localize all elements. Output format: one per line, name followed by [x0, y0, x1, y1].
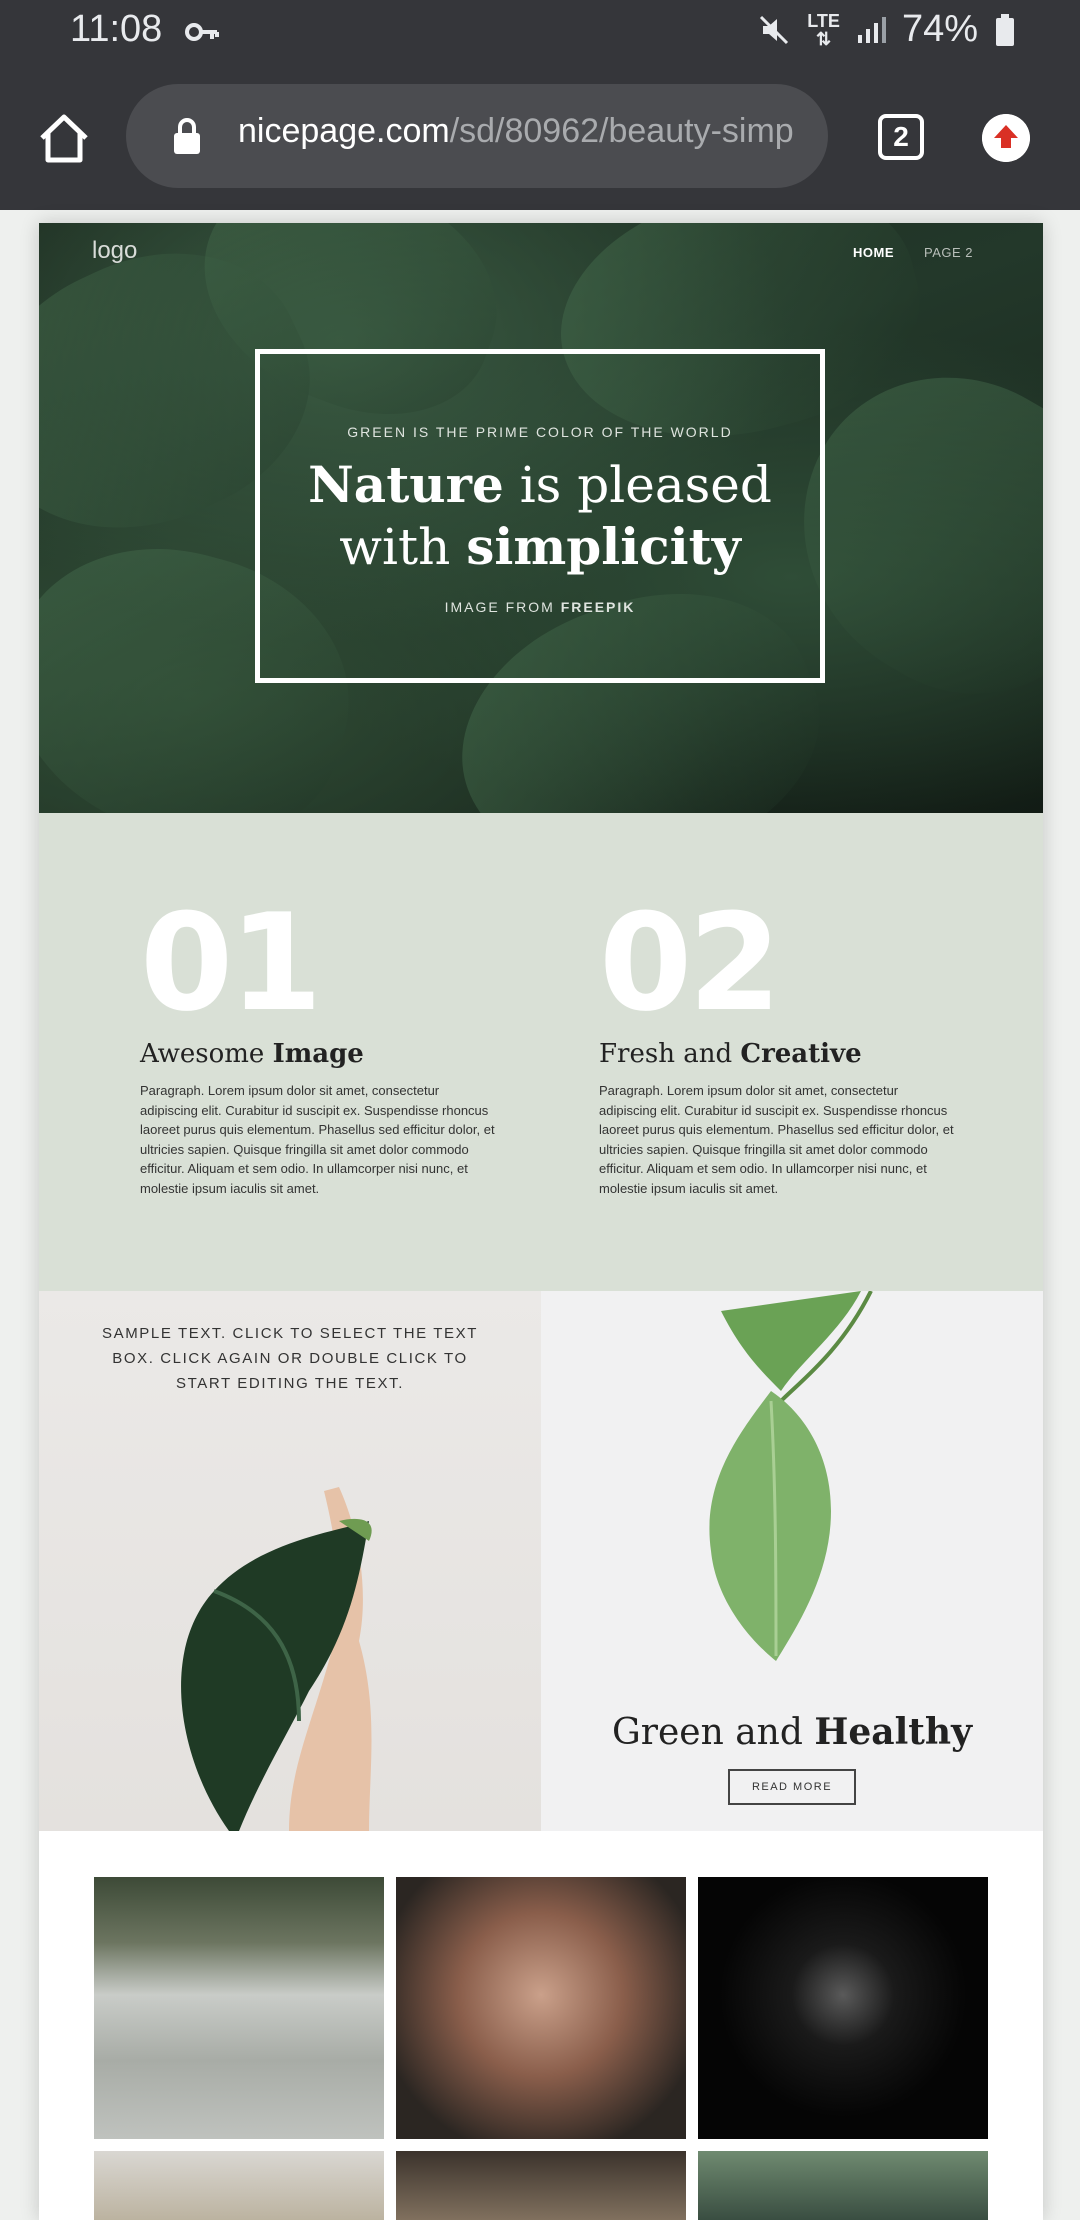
gallery-image-building[interactable]: [396, 2151, 686, 2220]
site-nav: HOME PAGE 2: [853, 245, 973, 260]
tab-switcher-button[interactable]: 2: [878, 114, 924, 160]
nav-home[interactable]: HOME: [853, 245, 894, 260]
feature-title: Fresh and Creative: [599, 1039, 862, 1069]
features-section: 01 Awesome Image Paragraph. Lorem ipsum …: [39, 813, 1043, 1291]
web-page: logo HOME PAGE 2 GREEN IS THE PRIME COLO…: [39, 223, 1043, 2220]
feature-body: Paragraph. Lorem ipsum dolor sit amet, c…: [599, 1083, 954, 1196]
home-icon[interactable]: [36, 110, 92, 166]
mute-icon: [760, 15, 789, 44]
battery-percent: 74%: [901, 8, 978, 50]
status-time: 11:08: [70, 8, 163, 50]
leaf-illustration: [709, 1291, 873, 1661]
feature-card: 01 Awesome Image Paragraph. Lorem ipsum …: [140, 885, 500, 1198]
hand-leaf-illustration: [181, 1487, 372, 1831]
hero-kicker: GREEN IS THE PRIME COLOR OF THE WORLD: [347, 424, 733, 440]
gallery-image-foliage-wall[interactable]: [94, 1877, 384, 2139]
key-icon: [185, 23, 219, 41]
status-indicators: LTE ⇅ 74%: [757, 8, 1016, 51]
feature-number: 02: [599, 885, 781, 1041]
read-more-button[interactable]: READ MORE: [728, 1769, 856, 1805]
gallery-image-field[interactable]: [94, 2151, 384, 2220]
hero-credit: IMAGE FROM FREEPIK: [444, 599, 636, 615]
url-text[interactable]: nicepage.com/sd/80962/beauty-simp: [238, 112, 794, 151]
hero-frame: GREEN IS THE PRIME COLOR OF THE WORLD Na…: [255, 349, 825, 683]
feature-body: Paragraph. Lorem ipsum dolor sit amet, c…: [140, 1083, 495, 1196]
green-healthy-title: Green and Healthy: [612, 1711, 972, 1753]
gallery-image-dark-arch[interactable]: [698, 1877, 988, 2139]
feature-card: 02 Fresh and Creative Paragraph. Lorem i…: [599, 885, 959, 1198]
lock-icon: [174, 118, 200, 154]
signal-icon: [857, 16, 886, 43]
split-section: SAMPLE TEXT. CLICK TO SELECT THE TEXT BO…: [39, 1291, 1043, 1831]
gallery-image-portrait[interactable]: [396, 1877, 686, 2139]
network-type: LTE ⇅: [807, 10, 840, 49]
browser-toolbar: nicepage.com/sd/80962/beauty-simp 2: [0, 62, 1080, 210]
hand-with-leaf-image: SAMPLE TEXT. CLICK TO SELECT THE TEXT BO…: [39, 1291, 541, 1831]
site-logo[interactable]: logo: [92, 237, 137, 265]
feature-number: 01: [140, 885, 322, 1041]
gallery-section: [39, 1831, 1043, 2220]
battery-icon: [996, 13, 1014, 46]
hero-title: Nature is pleased with simplicity: [308, 455, 772, 576]
url-bar[interactable]: nicepage.com/sd/80962/beauty-simp: [126, 84, 828, 188]
gallery-image-gate[interactable]: [698, 2151, 988, 2220]
green-healthy-panel: Green and Healthy READ MORE: [541, 1291, 1043, 1831]
feature-title: Awesome Image: [140, 1039, 364, 1069]
nav-page-2[interactable]: PAGE 2: [924, 245, 973, 260]
hero-section: logo HOME PAGE 2 GREEN IS THE PRIME COLO…: [39, 223, 1043, 917]
status-bar: 11:08 LTE ⇅ 74%: [0, 0, 1080, 62]
update-icon[interactable]: [982, 114, 1030, 162]
